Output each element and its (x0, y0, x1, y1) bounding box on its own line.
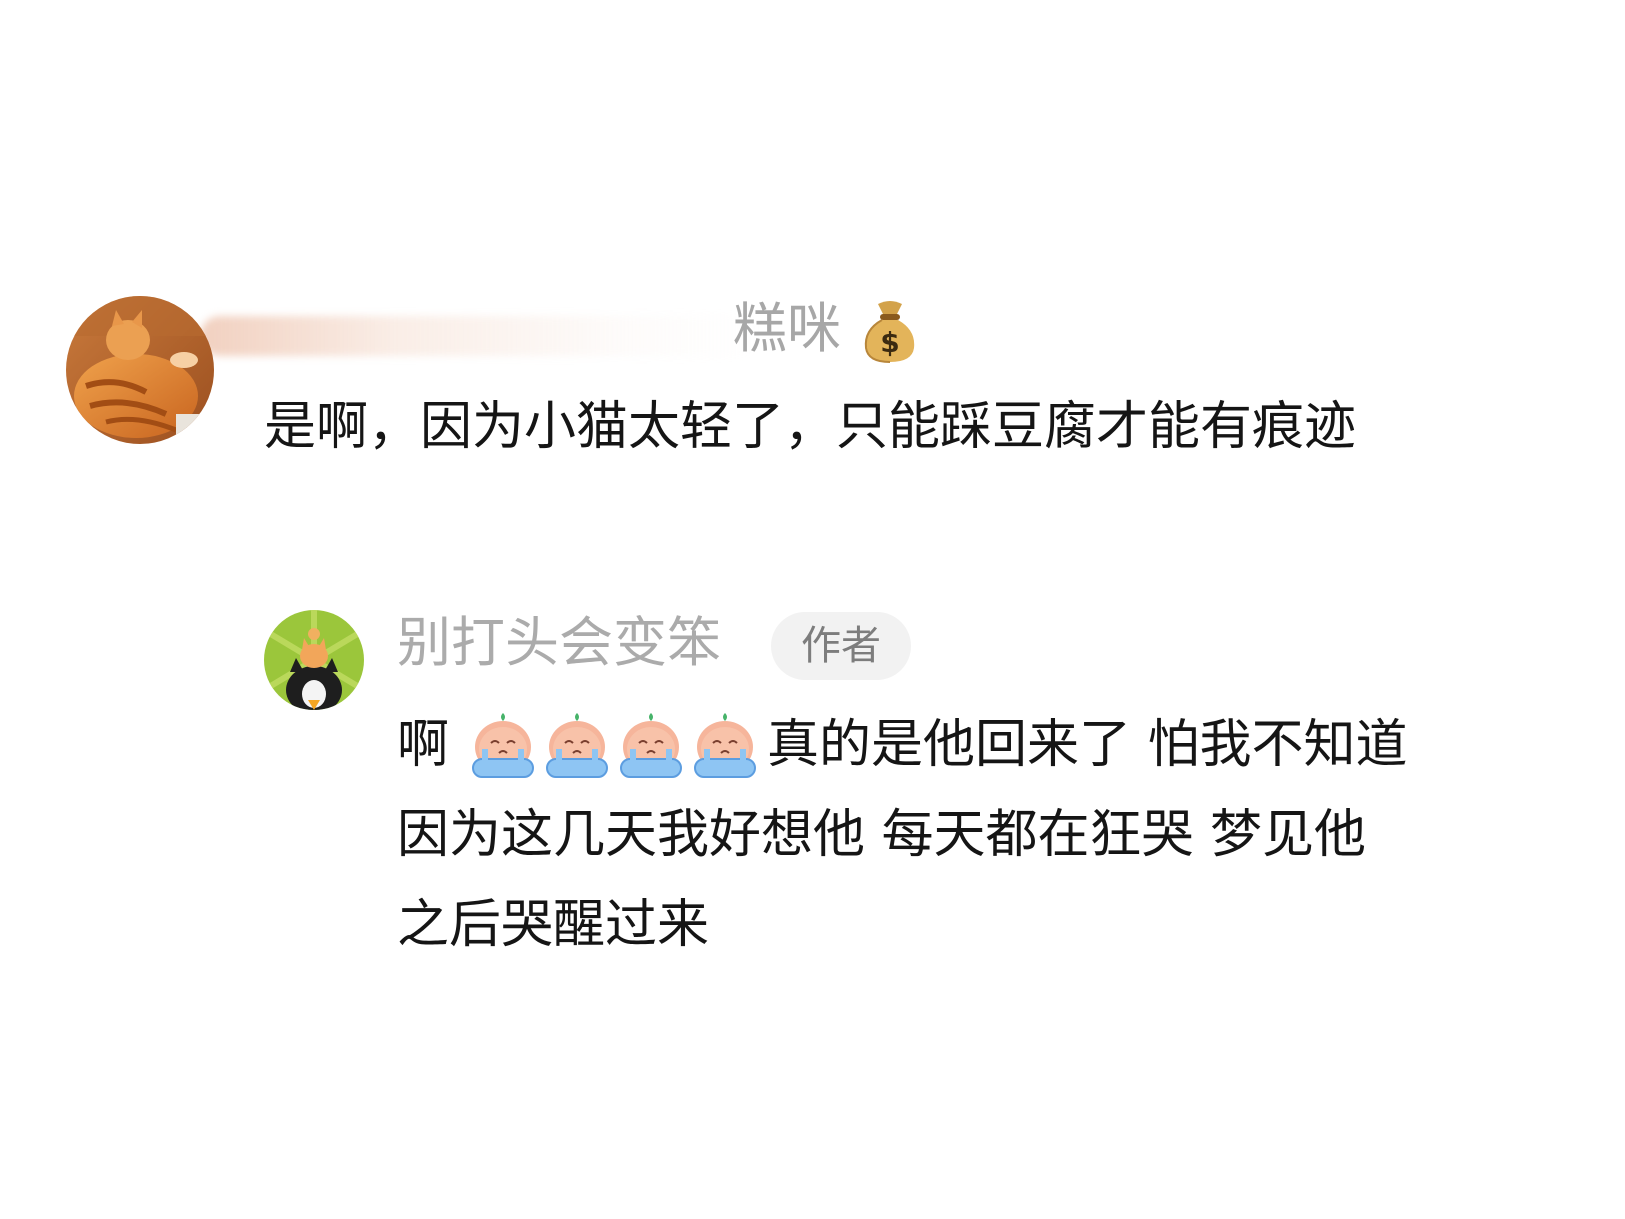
comment-text: 是啊，因为小猫太轻了，只能踩豆腐才能有痕迹 (264, 397, 1357, 457)
comment-text-segment: 真的是他回来了 怕我不知道 (767, 715, 1408, 775)
comment-text-line: 啊 真的是他回来了 怕我不知道 (397, 700, 1537, 790)
crying-face-emoji-icon (615, 709, 687, 781)
username-smear-decoration (200, 316, 760, 356)
comment-text-line: 之后哭醒过来 (397, 895, 710, 955)
crying-face-emoji-icon (689, 709, 761, 781)
comment-username[interactable]: 糕咪 (733, 297, 841, 361)
money-bag-icon: $ (860, 296, 920, 364)
crying-face-emoji-icon (467, 709, 539, 781)
comment-text: 啊 真的是他回来了 怕我不知道 因为这几天我好想他 每天都在狂哭 梦见他 之后哭… (397, 700, 1537, 970)
comment-text-line: 因为这几天我好想他 每天都在狂哭 梦见他 (397, 805, 1367, 865)
svg-text:$: $ (880, 326, 899, 359)
comment-text-segment: 啊 (397, 715, 450, 775)
author-tag: 作者 (771, 612, 911, 680)
comment-username[interactable]: 别打头会变笨 (397, 610, 721, 676)
crying-face-emoji-icon (541, 709, 613, 781)
emoji-group (467, 709, 763, 781)
orange-cat-avatar-icon[interactable] (66, 296, 214, 444)
dog-and-cat-avatar-icon[interactable] (264, 610, 364, 710)
